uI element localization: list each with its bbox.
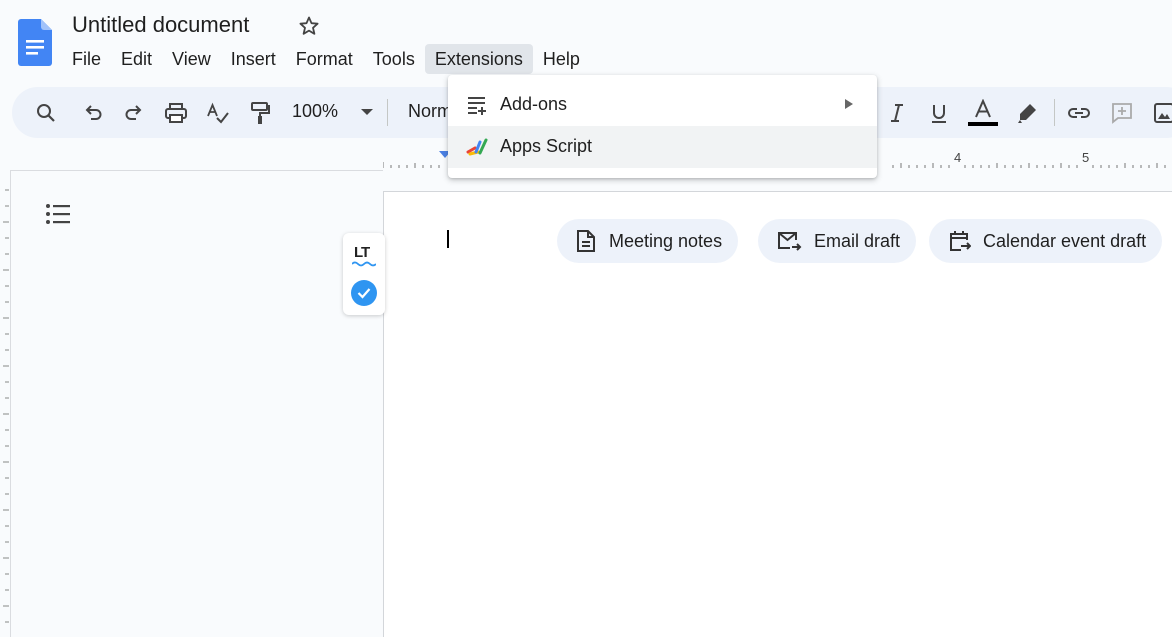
email-draft-chip[interactable]: Email draft bbox=[758, 219, 917, 263]
check-circle-icon[interactable] bbox=[351, 280, 377, 306]
apps-script-icon bbox=[466, 138, 488, 156]
menu-item-add-ons[interactable]: Add-ons bbox=[448, 84, 877, 126]
add-comment-icon[interactable] bbox=[1108, 99, 1136, 127]
redo-icon[interactable] bbox=[120, 99, 148, 127]
zoom-caret-icon[interactable] bbox=[361, 109, 373, 115]
highlight-icon[interactable] bbox=[1013, 99, 1041, 127]
document-title[interactable]: Untitled document bbox=[72, 12, 249, 38]
languagetool-logo: LT bbox=[354, 244, 370, 261]
text-color-swatch bbox=[968, 122, 998, 126]
vertical-ruler[interactable] bbox=[0, 170, 10, 637]
zoom-select[interactable]: 100% bbox=[292, 101, 338, 122]
undo-icon[interactable] bbox=[79, 99, 107, 127]
email-icon bbox=[778, 232, 802, 251]
menu-item-apps-script[interactable]: Apps Script bbox=[448, 126, 877, 168]
insert-link-icon[interactable] bbox=[1065, 99, 1093, 127]
chip-label: Calendar event draft bbox=[983, 230, 1147, 251]
ruler-label: 5 bbox=[1082, 150, 1090, 165]
extensions-menu: Add-ons Apps Script bbox=[448, 75, 877, 178]
underline-icon[interactable] bbox=[925, 99, 953, 127]
meeting-notes-chip[interactable]: Meeting notes bbox=[557, 219, 739, 263]
menu-file[interactable]: File bbox=[62, 44, 111, 74]
menu-help[interactable]: Help bbox=[533, 44, 590, 74]
menu-item-label: Add-ons bbox=[500, 94, 568, 114]
document-icon bbox=[577, 230, 595, 252]
ruler-label: 4 bbox=[954, 150, 962, 165]
docs-logo-icon[interactable] bbox=[18, 19, 52, 66]
menu-view[interactable]: View bbox=[162, 44, 221, 74]
menu-item-label: Apps Script bbox=[500, 136, 593, 156]
menu-edit[interactable]: Edit bbox=[111, 44, 162, 74]
paint-format-icon[interactable] bbox=[246, 99, 274, 127]
menu-format[interactable]: Format bbox=[286, 44, 363, 74]
add-ons-icon bbox=[468, 97, 486, 115]
insert-image-icon[interactable] bbox=[1150, 99, 1172, 127]
calendar-event-draft-chip[interactable]: Calendar event draft bbox=[929, 219, 1163, 263]
languagetool-widget[interactable]: LT bbox=[343, 233, 385, 315]
menu-tools[interactable]: Tools bbox=[363, 44, 425, 74]
submenu-arrow-icon bbox=[845, 99, 853, 109]
print-icon[interactable] bbox=[162, 99, 190, 127]
chip-label: Meeting notes bbox=[609, 230, 723, 251]
calendar-icon bbox=[950, 231, 971, 251]
search-menus-icon[interactable] bbox=[32, 99, 60, 127]
text-color-icon[interactable] bbox=[969, 96, 997, 124]
menu-extensions[interactable]: Extensions bbox=[424, 44, 533, 74]
document-outline-pane bbox=[10, 170, 383, 637]
toolbar-divider bbox=[387, 99, 388, 126]
spellcheck-icon[interactable] bbox=[204, 99, 232, 127]
languagetool-wave-icon bbox=[352, 261, 376, 267]
menu-insert[interactable]: Insert bbox=[221, 44, 286, 74]
star-icon[interactable] bbox=[297, 14, 321, 38]
paragraph-style-select[interactable]: Norm bbox=[408, 101, 452, 122]
chip-label: Email draft bbox=[814, 230, 901, 251]
document-outline-icon[interactable] bbox=[45, 203, 71, 225]
text-cursor bbox=[447, 230, 449, 248]
menubar: File Edit View Insert Format Tools Exten… bbox=[62, 44, 590, 74]
italic-icon[interactable] bbox=[883, 99, 911, 127]
toolbar-divider bbox=[1054, 99, 1055, 126]
